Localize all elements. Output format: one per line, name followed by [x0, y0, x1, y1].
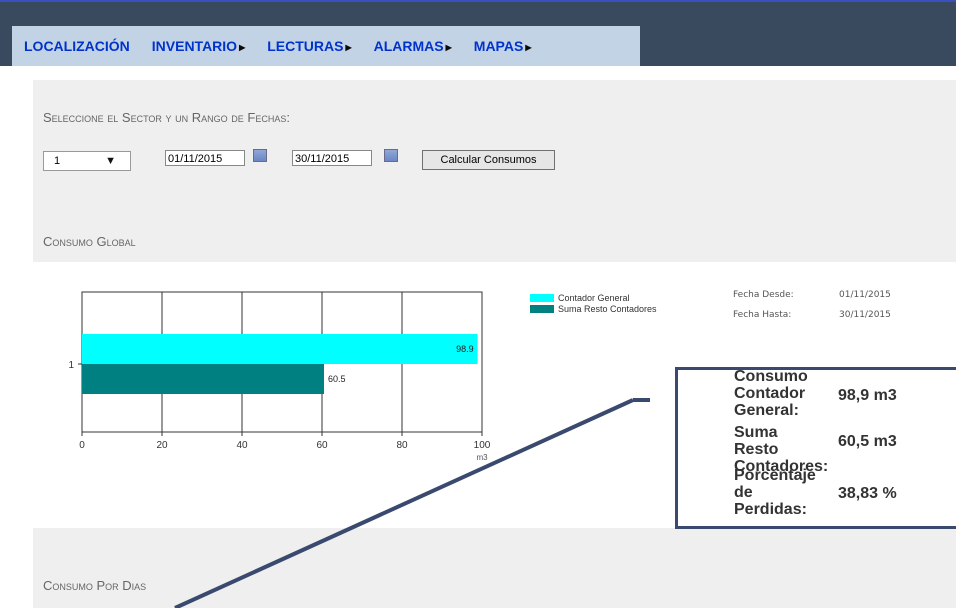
submenu-arrow-icon: ▶ — [239, 42, 246, 52]
fecha-desde-value: 01/11/2015 — [839, 290, 891, 300]
header-accent-line — [0, 0, 956, 2]
x-axis-label: m3 — [476, 453, 488, 462]
nav-item-label: INVENTARIO — [151, 38, 238, 54]
calendar-icon[interactable] — [384, 149, 398, 162]
sector-select-value: 1 — [54, 155, 61, 167]
section-title-consumo-global: Consumo Global — [43, 234, 136, 249]
consumo-por-dias-panel: Consumo Por Dias — [33, 528, 956, 608]
data-label: 60.5 — [328, 374, 346, 384]
filter-panel: Seleccione el Sector y un Rango de Fecha… — [33, 80, 956, 262]
fecha-hasta-label: Fecha Hasta: — [733, 310, 792, 320]
consumo-global-chart: 0 20 40 60 80 100 m3 1 98.9 60.5 — [68, 291, 491, 462]
nav-item-alarmas[interactable]: ALARMAS ▶ — [374, 38, 452, 54]
submenu-arrow-icon: ▶ — [345, 42, 352, 52]
nav-item-label: LOCALIZACIÓN — [24, 38, 130, 54]
sector-select[interactable]: 1 ▼ — [43, 151, 131, 171]
date-range-info: Fecha Desde: 01/11/2015 Fecha Hasta: 30/… — [733, 290, 923, 330]
chart-legend: Contador General Suma Resto Contadores — [530, 292, 657, 314]
fecha-desde-label: Fecha Desde: — [733, 290, 794, 300]
submenu-arrow-icon: ▶ — [445, 42, 452, 52]
legend-swatch — [530, 304, 554, 313]
legend-swatch — [530, 293, 554, 302]
nav-item-label: ALARMAS — [373, 38, 444, 54]
main-navbar: LOCALIZACIÓN INVENTARIO ▶ LECTURAS ▶ ALARM… — [12, 26, 640, 66]
top-header-bar — [0, 0, 956, 26]
filter-heading: Seleccione el Sector y un Rango de Fecha… — [43, 110, 290, 125]
fecha-hasta-value: 30/11/2015 — [839, 310, 891, 320]
x-tick-label: 40 — [236, 440, 248, 451]
legend-label: Contador General — [558, 292, 630, 303]
x-tick-label: 60 — [316, 440, 328, 451]
nav-item-label: LECTURAS — [267, 38, 344, 54]
bar-contador-general — [82, 334, 478, 364]
porcentaje-perdidas-value: 38,83 % — [838, 485, 897, 502]
summary-callout-box: Consumo Contador General: 98,9 m3 Suma R… — [675, 367, 956, 529]
nav-item-mapas[interactable]: MAPAS ▶ — [474, 38, 532, 54]
nav-item-localizacion[interactable]: LOCALIZACIÓN — [24, 38, 130, 54]
data-label: 98.9 — [456, 344, 474, 354]
x-tick-label: 0 — [79, 440, 85, 451]
bar-suma-resto — [82, 364, 324, 394]
consumo-general-value: 98,9 m3 — [838, 387, 897, 404]
date-to-input[interactable]: 30/11/2015 — [292, 150, 372, 166]
date-from-input[interactable]: 01/11/2015 — [165, 150, 245, 166]
x-tick-label: 100 — [474, 440, 491, 451]
calendar-icon[interactable] — [253, 149, 267, 162]
suma-resto-value: 60,5 m3 — [838, 433, 897, 450]
nav-item-label: MAPAS — [473, 38, 524, 54]
y-tick-label: 1 — [68, 360, 74, 371]
legend-item: Contador General — [530, 292, 657, 303]
nav-item-inventario[interactable]: INVENTARIO ▶ — [152, 38, 245, 54]
porcentaje-perdidas-label: Porcentaje de Perdidas: — [734, 467, 816, 518]
chevron-down-icon: ▼ — [105, 155, 116, 167]
consumo-general-label: Consumo Contador General: — [734, 368, 808, 419]
calcular-consumos-button[interactable]: Calcular Consumos — [422, 150, 555, 170]
legend-label: Suma Resto Contadores — [558, 303, 657, 314]
section-title-consumo-por-dias: Consumo Por Dias — [43, 578, 147, 593]
legend-item: Suma Resto Contadores — [530, 303, 657, 314]
submenu-arrow-icon: ▶ — [525, 42, 532, 52]
x-tick-label: 80 — [396, 440, 408, 451]
nav-item-lecturas[interactable]: LECTURAS ▶ — [267, 38, 351, 54]
x-tick-label: 20 — [156, 440, 168, 451]
